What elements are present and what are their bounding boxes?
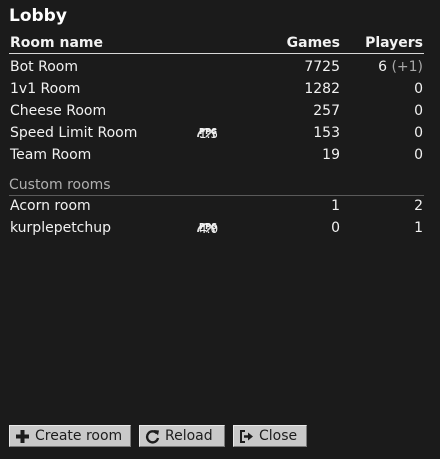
room-name: Cheese Room — [10, 103, 107, 119]
room-name: 1v1 Room — [10, 81, 81, 97]
room-players-count: 0 — [414, 125, 423, 141]
column-players: Players — [365, 35, 423, 51]
custom-rooms-list: Acorn room 1 2 kurplepetchup 4.0 PPS 0 1 — [9, 196, 424, 240]
room-games: 153 — [313, 125, 340, 141]
table-row[interactable]: 1v1 Room 1282 0 — [9, 79, 424, 101]
rooms-table: Room name Games Players Bot Room 7725 6 (+… — [9, 34, 424, 240]
reload-icon — [145, 429, 160, 444]
room-players: 2 — [414, 198, 423, 214]
reload-label: Reload — [165, 428, 213, 444]
table-row[interactable]: Acorn room 1 2 — [9, 196, 424, 218]
reload-button[interactable]: Reload — [139, 425, 225, 447]
speed-limit: 1.5 PPS — [196, 125, 218, 141]
plus-icon — [16, 429, 29, 443]
table-row[interactable]: Speed Limit Room 1.5 PPS 153 0 — [9, 123, 424, 145]
custom-rooms-label: Custom rooms — [9, 177, 111, 193]
room-players-count: 2 — [414, 198, 423, 214]
room-players: 0 — [414, 103, 423, 119]
room-name: Speed Limit Room — [10, 125, 138, 141]
room-players: 0 — [414, 147, 423, 163]
table-row[interactable]: Bot Room 7725 6 (+1) — [9, 57, 424, 79]
room-players-extra: (+1) — [391, 59, 423, 75]
room-games: 0 — [331, 220, 340, 236]
table-header: Room name Games Players — [9, 34, 424, 54]
room-name: Bot Room — [10, 59, 78, 75]
table-row[interactable]: Cheese Room 257 0 — [9, 101, 424, 123]
room-players-count: 6 — [378, 59, 387, 75]
room-players-count: 0 — [414, 103, 423, 119]
button-bar: Create room Reload Close — [9, 425, 315, 447]
close-button[interactable]: Close — [233, 425, 307, 447]
room-name: kurplepetchup — [10, 220, 112, 236]
room-games: 1282 — [304, 81, 340, 97]
speed-limit-unit: PPS — [199, 222, 218, 231]
column-room-name: Room name — [10, 35, 103, 51]
speed-limit: 4.0 PPS — [196, 220, 218, 236]
table-row[interactable]: Team Room 19 0 — [9, 145, 424, 167]
room-name: Team Room — [10, 147, 92, 163]
room-players: 6 (+1) — [378, 59, 423, 75]
custom-rooms-header: Custom rooms — [9, 176, 424, 196]
room-name: Acorn room — [10, 198, 91, 214]
room-players: 0 — [414, 125, 423, 141]
room-players: 1 — [414, 220, 423, 236]
exit-icon — [240, 429, 253, 443]
room-players-count: 0 — [414, 81, 423, 97]
close-label: Close — [259, 428, 298, 444]
rooms-list: Bot Room 7725 6 (+1) 1v1 Room 1282 0 Cheese Ro… — [9, 57, 424, 167]
create-room-label: Create room — [35, 428, 123, 444]
room-players-count: 0 — [414, 147, 423, 163]
create-room-button[interactable]: Create room — [9, 425, 131, 447]
speed-limit-unit: PPS — [199, 127, 218, 136]
room-games: 19 — [322, 147, 340, 163]
column-games: Games — [286, 35, 340, 51]
room-players-count: 1 — [414, 220, 423, 236]
room-games: 1 — [331, 198, 340, 214]
table-row[interactable]: kurplepetchup 4.0 PPS 0 1 — [9, 218, 424, 240]
room-players: 0 — [414, 81, 423, 97]
lobby-title: Lobby — [9, 6, 67, 26]
room-games: 7725 — [304, 59, 340, 75]
room-games: 257 — [313, 103, 340, 119]
